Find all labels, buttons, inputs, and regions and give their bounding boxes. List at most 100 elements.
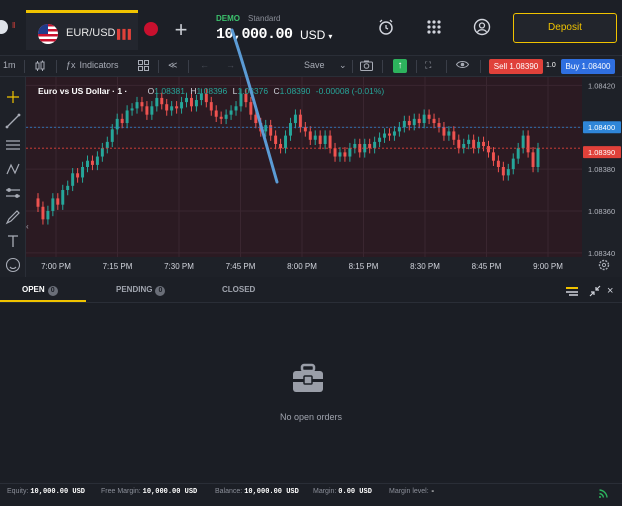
candle-body xyxy=(447,131,451,136)
candle-body xyxy=(61,190,65,205)
crosshair-icon[interactable] xyxy=(5,89,21,105)
ohlc-change: -0.00008 (-0.01%) xyxy=(315,86,385,96)
candle-body xyxy=(298,114,302,128)
time-tick-label: 8:30 PM xyxy=(410,262,440,271)
candle-body xyxy=(90,160,94,165)
save-button[interactable]: Save xyxy=(304,60,325,70)
user-icon[interactable] xyxy=(473,18,491,36)
candle-body xyxy=(388,133,391,136)
candle-body xyxy=(308,131,312,140)
candle-body xyxy=(373,141,377,149)
candle-body xyxy=(506,169,510,176)
ohlc-close: 1.08390 xyxy=(279,86,311,96)
add-tab-button[interactable]: + xyxy=(166,16,196,46)
account-balance[interactable]: 10,000.00 xyxy=(216,26,293,43)
currency-label: USD xyxy=(300,28,326,42)
layout-grid-icon[interactable] xyxy=(138,60,149,73)
chart-stack-icon[interactable] xyxy=(565,285,579,297)
tab-pending-orders[interactable]: PENDING 0 xyxy=(116,285,166,296)
candle-body xyxy=(412,118,416,126)
timeframe-selector[interactable]: 1m xyxy=(3,60,16,70)
collapse-toolbar-chevron-icon[interactable]: ‹ xyxy=(26,222,32,234)
candle-body xyxy=(536,148,540,167)
equity-value: 10,000.00 USD xyxy=(30,488,85,496)
candle-body xyxy=(511,158,515,170)
price-tick-label: 1.08340 xyxy=(588,249,615,258)
tab-next-stub[interactable] xyxy=(140,10,160,50)
sell-button[interactable]: Sell 1.08390 xyxy=(489,59,543,74)
flag-icon xyxy=(144,22,158,36)
candle-body xyxy=(516,148,520,159)
measure-icon[interactable] xyxy=(5,185,21,201)
candle-body xyxy=(145,106,149,115)
candle-body xyxy=(224,114,228,119)
candle-body xyxy=(165,104,169,111)
candle-body xyxy=(219,116,223,119)
orders-tab-bar: OPEN 0 PENDING 0 CLOSED × xyxy=(0,279,622,303)
candle-body xyxy=(323,135,327,144)
candle-body xyxy=(457,139,461,149)
horizontal-lines-icon[interactable] xyxy=(5,137,21,153)
price-tick-label: 1.08360 xyxy=(588,207,615,216)
ohlc-open: 1.08381 xyxy=(154,86,186,96)
candle-body xyxy=(214,110,218,117)
candle-body xyxy=(254,114,258,124)
candle-body xyxy=(269,125,273,136)
candle-body xyxy=(462,143,466,149)
bid-price-label: 1.08390 xyxy=(588,148,615,157)
divider xyxy=(352,60,353,73)
eye-icon[interactable] xyxy=(455,60,470,71)
margin-level-label: Margin level: xyxy=(389,488,429,495)
candle-body xyxy=(36,198,40,207)
replay-icon[interactable]: ≪ xyxy=(168,60,177,71)
candle-body xyxy=(392,131,396,136)
buy-button[interactable]: Buy 1.08400 xyxy=(561,59,615,74)
camera-icon[interactable] xyxy=(360,60,373,73)
candle-body xyxy=(491,152,495,161)
candle-type-icon[interactable] xyxy=(34,60,46,74)
price-tick-label: 1.08420 xyxy=(588,81,615,90)
save-menu-chevron-icon[interactable]: ⌄ xyxy=(339,60,347,71)
candle-body xyxy=(531,152,535,167)
candle-body xyxy=(383,133,387,138)
tab-eurusd[interactable]: EUR/USD ▌▌▌ xyxy=(26,10,138,50)
candle-body xyxy=(135,102,139,109)
tab-closed-orders[interactable]: CLOSED xyxy=(222,285,255,294)
price-tick-label: 1.08380 xyxy=(588,165,615,174)
indicators-button[interactable]: ƒx Indicators xyxy=(66,60,119,70)
chart-settings-gear-icon[interactable] xyxy=(598,259,612,273)
margin-level-value: - xyxy=(430,488,435,496)
candlestick-chart[interactable]: 1.08420 1.08400 1.08380 1.08360 1.08340 7:00… xyxy=(26,77,622,277)
apps-grid-icon[interactable] xyxy=(425,18,443,36)
account-currency[interactable]: USD ▾ xyxy=(300,28,332,42)
price-chart[interactable]: 1.08420 1.08400 1.08380 1.08360 1.08340 7:00… xyxy=(26,77,622,277)
briefcase-icon xyxy=(291,363,325,395)
pattern-icon[interactable] xyxy=(5,161,21,177)
divider xyxy=(56,60,57,73)
fullscreen-icon[interactable]: ⛶ xyxy=(425,60,431,71)
candle-body xyxy=(229,110,233,115)
candle-body xyxy=(41,206,45,220)
candle-body xyxy=(378,137,382,142)
publish-icon[interactable]: ↑ xyxy=(393,59,407,73)
tab-previous-stub[interactable]: ‖ xyxy=(0,12,26,48)
brush-icon[interactable] xyxy=(5,209,21,225)
collapse-panel-icon[interactable] xyxy=(589,285,601,297)
candle-body xyxy=(526,135,530,153)
candle-body xyxy=(110,129,114,142)
candle-body xyxy=(130,108,134,111)
emoji-icon[interactable] xyxy=(5,257,21,273)
close-panel-icon[interactable]: × xyxy=(607,285,619,297)
alarm-icon[interactable] xyxy=(377,18,395,36)
deposit-button[interactable]: Deposit xyxy=(513,13,617,43)
free-margin-label: Free Margin: xyxy=(101,488,141,495)
tab-open-orders[interactable]: OPEN 0 xyxy=(22,285,58,296)
time-tick-label: 8:15 PM xyxy=(349,262,379,271)
redo-icon[interactable]: → xyxy=(226,60,235,70)
divider xyxy=(480,60,481,73)
text-icon[interactable] xyxy=(5,233,21,249)
balance-label: Balance: xyxy=(215,488,243,495)
candle-body xyxy=(293,114,297,124)
undo-icon[interactable]: ← xyxy=(200,60,209,70)
trend-line-icon[interactable] xyxy=(5,113,21,129)
